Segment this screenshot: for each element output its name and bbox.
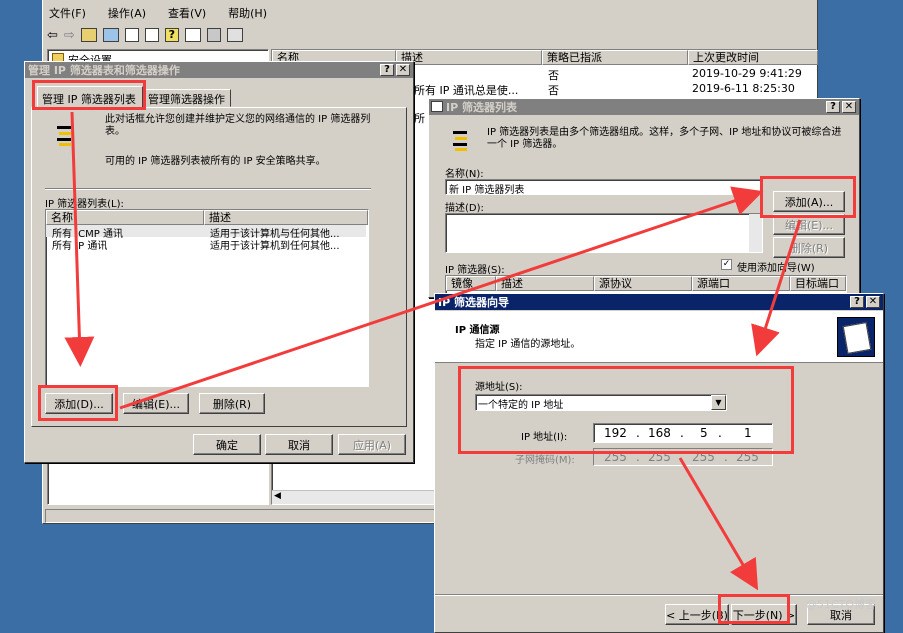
annotation-arrows: [64, 111, 802, 591]
arrow-source-to-next: [678, 457, 759, 591]
arrow-add-to-filterlist: [119, 186, 764, 410]
arrow-add-to-wizard: [751, 219, 802, 357]
arrow-tab-to-add: [64, 111, 95, 367]
watermark: @51CTO博客: [806, 598, 877, 611]
